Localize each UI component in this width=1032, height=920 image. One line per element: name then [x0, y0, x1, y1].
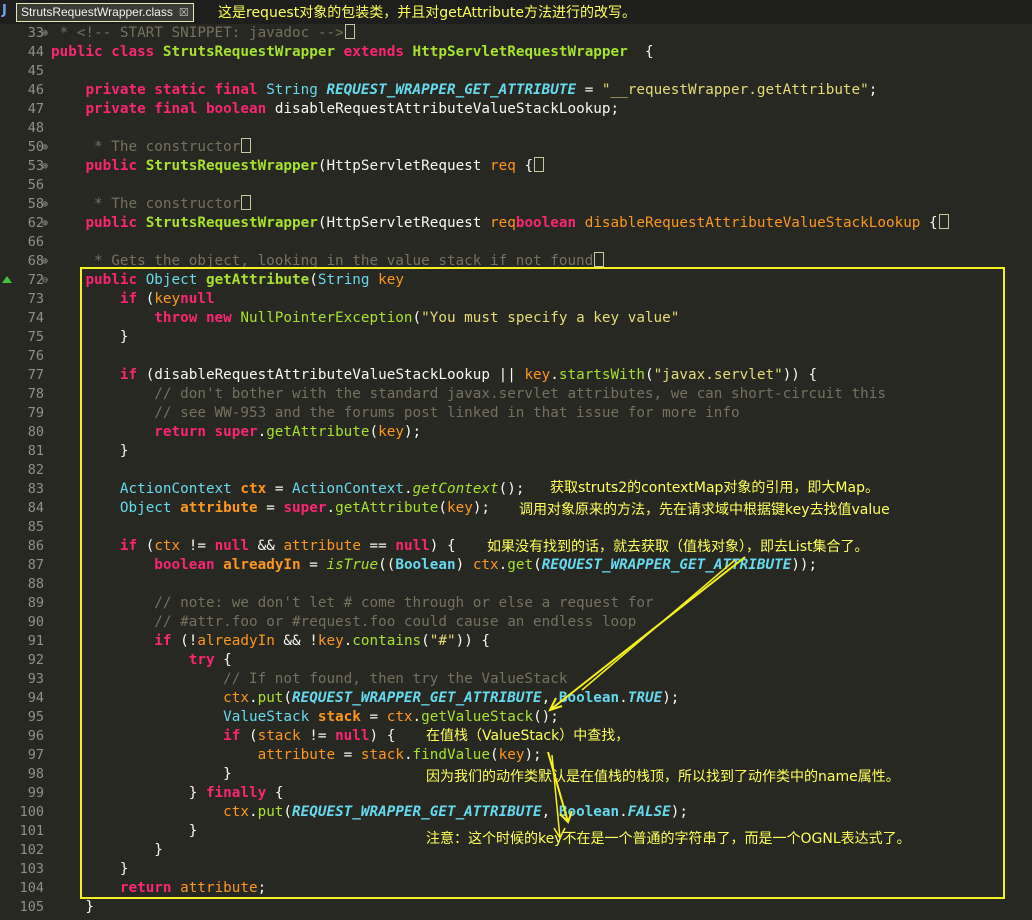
arrow-to-put: [581, 559, 736, 691]
annotation-arrows: [547, 556, 746, 840]
